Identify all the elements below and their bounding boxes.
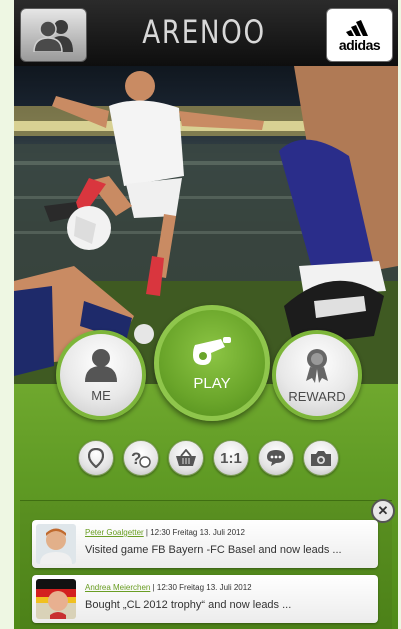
sponsor-button[interactable]: adidas: [326, 8, 393, 62]
avatar: [36, 579, 76, 619]
basket-icon: [176, 449, 196, 466]
award-ribbon-icon: [306, 348, 328, 383]
camera-icon: [311, 451, 331, 466]
feed-timestamp: | 12:30 Freitag 13. Juli 2012: [150, 583, 252, 592]
svg-text:?: ?: [131, 449, 141, 468]
location-pin-icon: [88, 448, 104, 468]
feed-item[interactable]: Andrea Meierchen | 12:30 Freitag 13. Jul…: [32, 575, 378, 623]
app-title: ARENOO: [142, 13, 266, 51]
quick-action-row: ? 1:1: [78, 440, 340, 478]
feed-meta: Peter Goalgetter | 12:30 Freitag 13. Jul…: [85, 528, 245, 537]
feed-user-link[interactable]: Peter Goalgetter: [85, 528, 144, 537]
whistle-icon: [193, 336, 231, 365]
feed-meta: Andrea Meierchen | 12:30 Freitag 13. Jul…: [85, 583, 252, 592]
me-button[interactable]: ME: [56, 330, 146, 420]
one-on-one-button[interactable]: 1:1: [213, 440, 249, 476]
app-header: ARENOO adidas: [14, 0, 398, 67]
feed-message: Visited game FB Bayern -FC Basel and now…: [85, 544, 342, 556]
reward-button[interactable]: REWARD: [272, 330, 362, 420]
play-label: PLAY: [193, 374, 231, 392]
feed-user-link[interactable]: Andrea Meierchen: [85, 583, 150, 592]
basket-button[interactable]: [168, 440, 204, 476]
play-button[interactable]: PLAY: [154, 305, 270, 421]
app-screen: ARENOO adidas ME PLAY REWARD ? 1:1 ✕ Pet…: [14, 0, 398, 629]
camera-button[interactable]: [303, 440, 339, 476]
chat-button[interactable]: [258, 440, 294, 476]
one-on-one-icon: 1:1: [220, 449, 242, 467]
location-button[interactable]: [78, 440, 114, 476]
sponsor-label: adidas: [338, 36, 381, 53]
feed-message: Bought „CL 2012 trophy“ and now leads ..…: [85, 599, 292, 611]
help-button[interactable]: ?: [123, 440, 159, 476]
adidas-logo-icon: [345, 19, 368, 36]
reward-label: REWARD: [288, 388, 346, 404]
close-icon: ✕: [377, 503, 389, 518]
me-label: ME: [91, 387, 111, 403]
feed-item[interactable]: Peter Goalgetter | 12:30 Freitag 13. Jul…: [32, 520, 378, 568]
avatar: [36, 524, 76, 564]
friends-button[interactable]: [20, 8, 87, 62]
feed-timestamp: | 12:30 Freitag 13. Juli 2012: [143, 528, 245, 537]
friends-icon: [32, 20, 73, 52]
chat-icon: [267, 450, 285, 466]
person-icon: [85, 348, 117, 382]
help-ball-icon: ?: [131, 449, 151, 468]
